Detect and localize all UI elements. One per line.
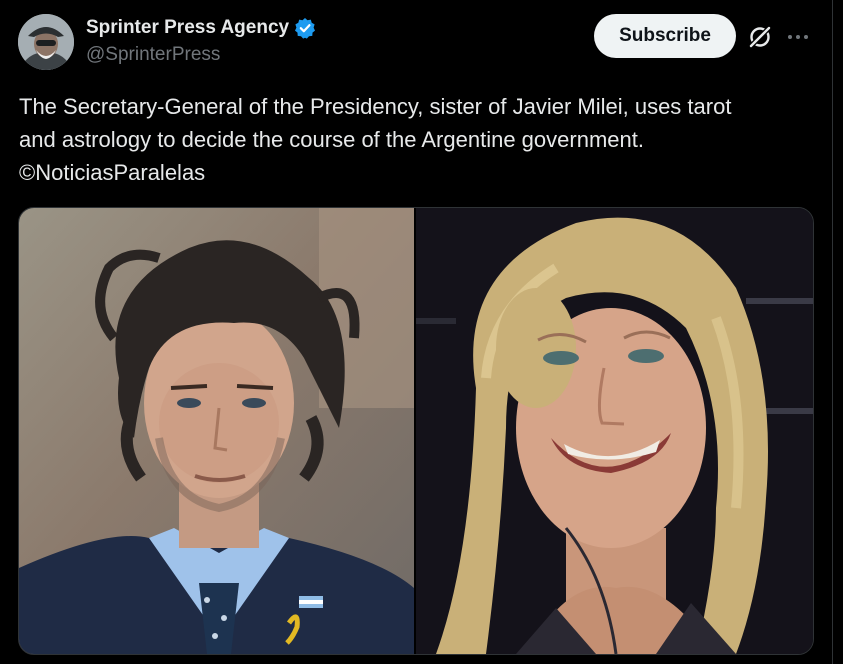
- column-border: [832, 0, 833, 664]
- woman-portrait-image: [416, 208, 813, 654]
- author-avatar[interactable]: [18, 14, 74, 70]
- tweet-text-line: The Secretary-General of the Presidency,…: [19, 94, 732, 119]
- subscribe-button[interactable]: Subscribe: [594, 14, 736, 58]
- avatar-image: [18, 14, 74, 70]
- author-name[interactable]: Sprinter Press Agency: [86, 17, 289, 39]
- tweet-media[interactable]: [18, 207, 814, 655]
- author-handle[interactable]: @SprinterPress: [86, 44, 220, 66]
- grok-icon[interactable]: [746, 23, 774, 51]
- tweet-text-line: ©NoticiasParalelas: [19, 160, 206, 185]
- photo-left[interactable]: [19, 208, 414, 654]
- tweet-text-line: and astrology to decide the course of th…: [19, 127, 644, 152]
- photo-right[interactable]: [416, 208, 813, 654]
- author-name-row[interactable]: Sprinter Press Agency: [86, 14, 316, 42]
- more-options-icon[interactable]: [785, 24, 811, 50]
- tweet-text: The Secretary-General of the Presidency,…: [19, 90, 819, 189]
- verified-badge-icon: [295, 18, 316, 39]
- man-portrait-image: [19, 208, 414, 654]
